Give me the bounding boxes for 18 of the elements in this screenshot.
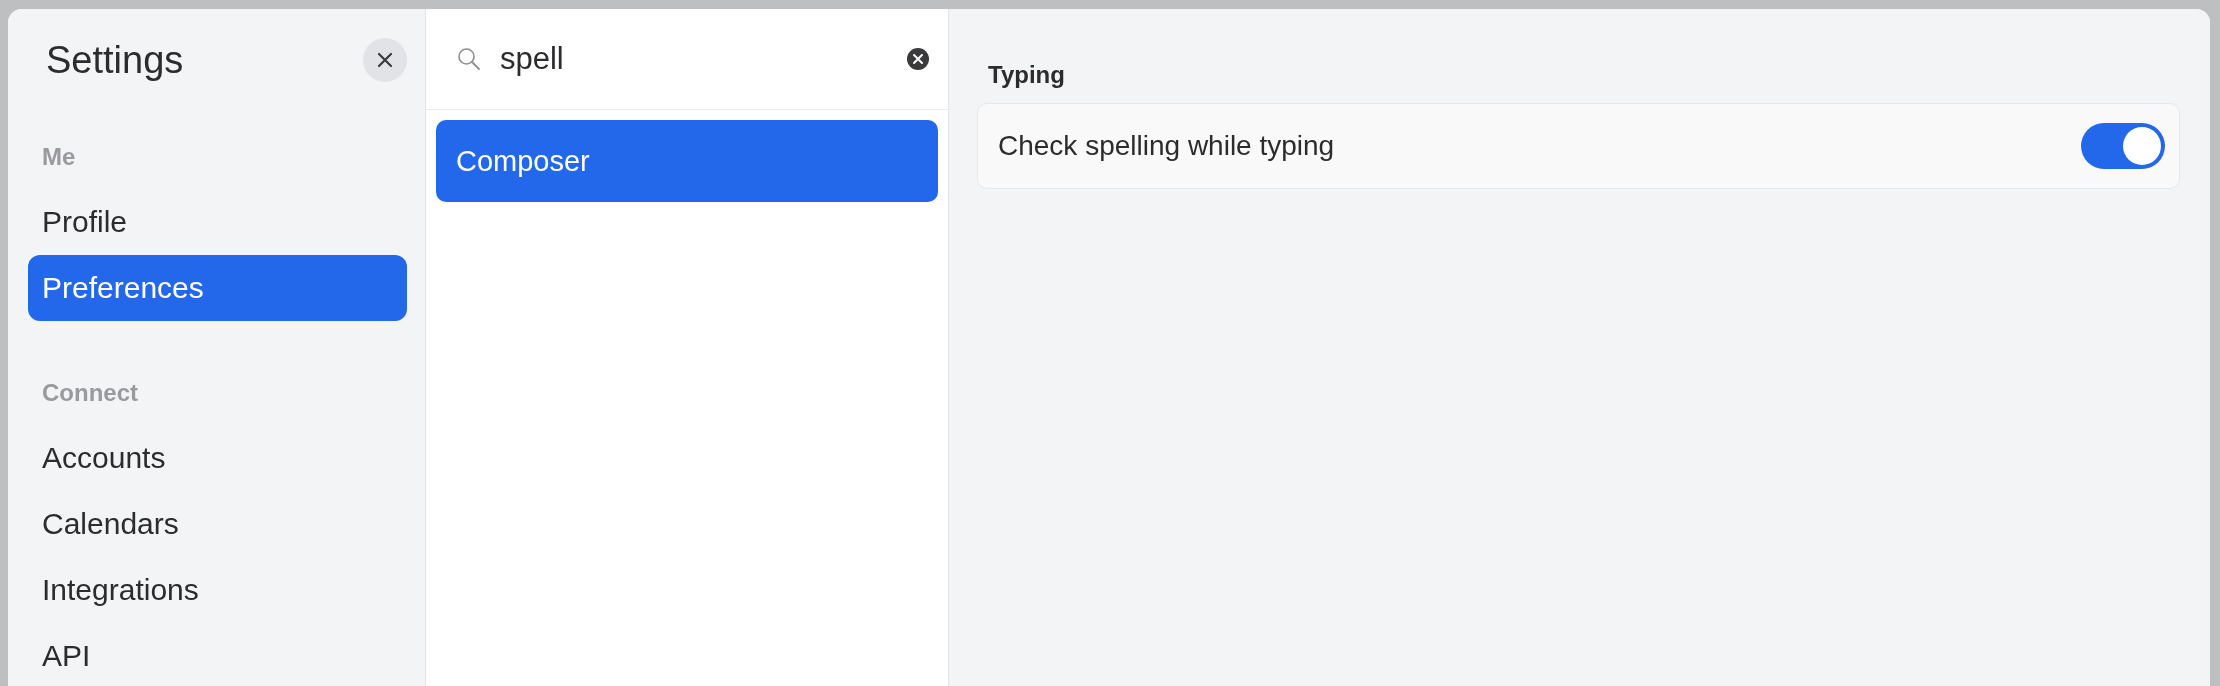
sidebar-item[interactable]: Calendars (28, 491, 407, 557)
sidebar-item[interactable]: Profile (28, 189, 407, 255)
close-icon (376, 51, 394, 69)
sidebar-item[interactable]: Integrations (28, 557, 407, 623)
search-icon (456, 46, 482, 72)
sidebar-item[interactable]: Preferences (28, 255, 407, 321)
setting-label: Check spelling while typing (998, 130, 1335, 162)
settings-title: Settings (46, 38, 184, 82)
section-heading: Connect (41, 378, 139, 408)
section-heading: Typing (987, 61, 1066, 89)
toggle-switch[interactable] (2081, 123, 2165, 169)
sidebar-item[interactable]: API (28, 623, 407, 686)
search-field[interactable]: spell (500, 41, 888, 77)
sidebar-item[interactable]: Accounts (28, 425, 407, 491)
section-heading: Me (41, 142, 77, 172)
clear-icon[interactable] (906, 47, 930, 71)
close-button[interactable] (363, 38, 407, 82)
result-item[interactable]: Composer (436, 120, 938, 202)
